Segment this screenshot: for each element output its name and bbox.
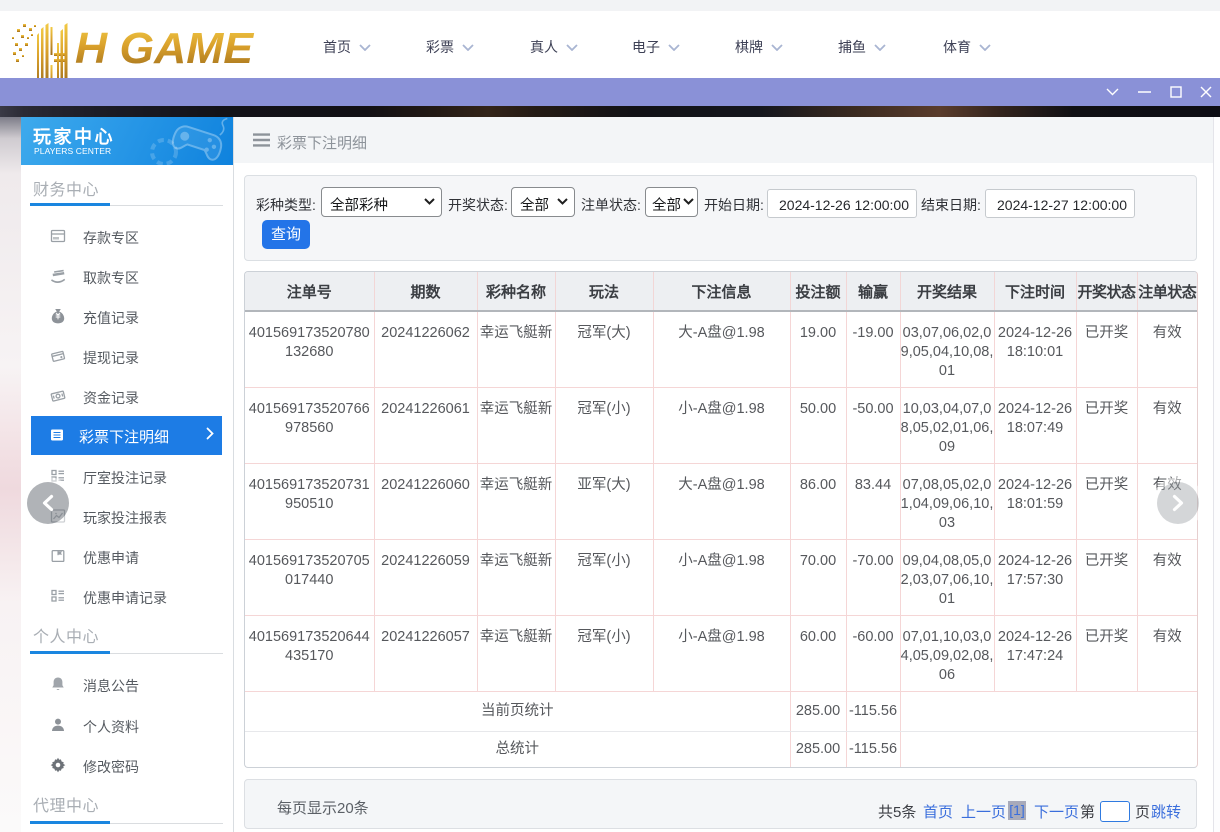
svg-text:H GAME: H GAME [75, 24, 255, 73]
